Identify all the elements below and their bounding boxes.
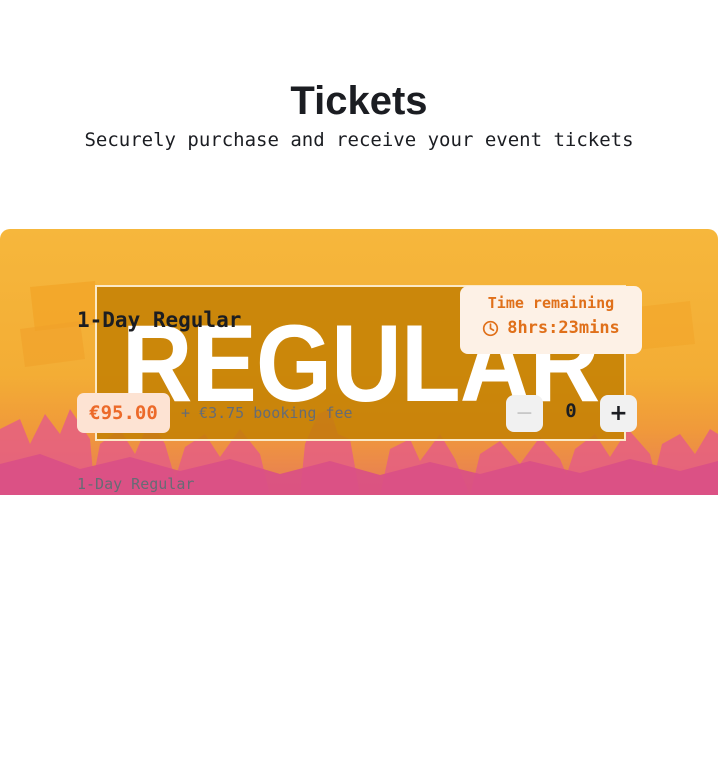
booking-fee-text: + €3.75 booking fee <box>181 404 353 422</box>
clock-icon <box>483 320 499 336</box>
page-subtitle: Securely purchase and receive your event… <box>84 129 634 151</box>
ticket-name: 1-Day Regular <box>77 308 242 332</box>
decrement-quantity-button[interactable]: − <box>506 395 543 432</box>
page-title: Tickets <box>290 78 428 123</box>
ticket-description: 1-Day Regular <box>77 475 195 493</box>
ticket-banner: REGULAR <box>0 229 718 495</box>
quantity-value: 0 <box>565 400 577 422</box>
increment-quantity-button[interactable]: + <box>600 395 637 432</box>
timer-label: Time remaining <box>487 294 615 312</box>
timer-value: 8hrs:23mins <box>507 318 620 338</box>
price-badge: €95.00 <box>77 393 170 433</box>
time-remaining-badge: Time remaining 8hrs:23mins <box>460 286 642 354</box>
